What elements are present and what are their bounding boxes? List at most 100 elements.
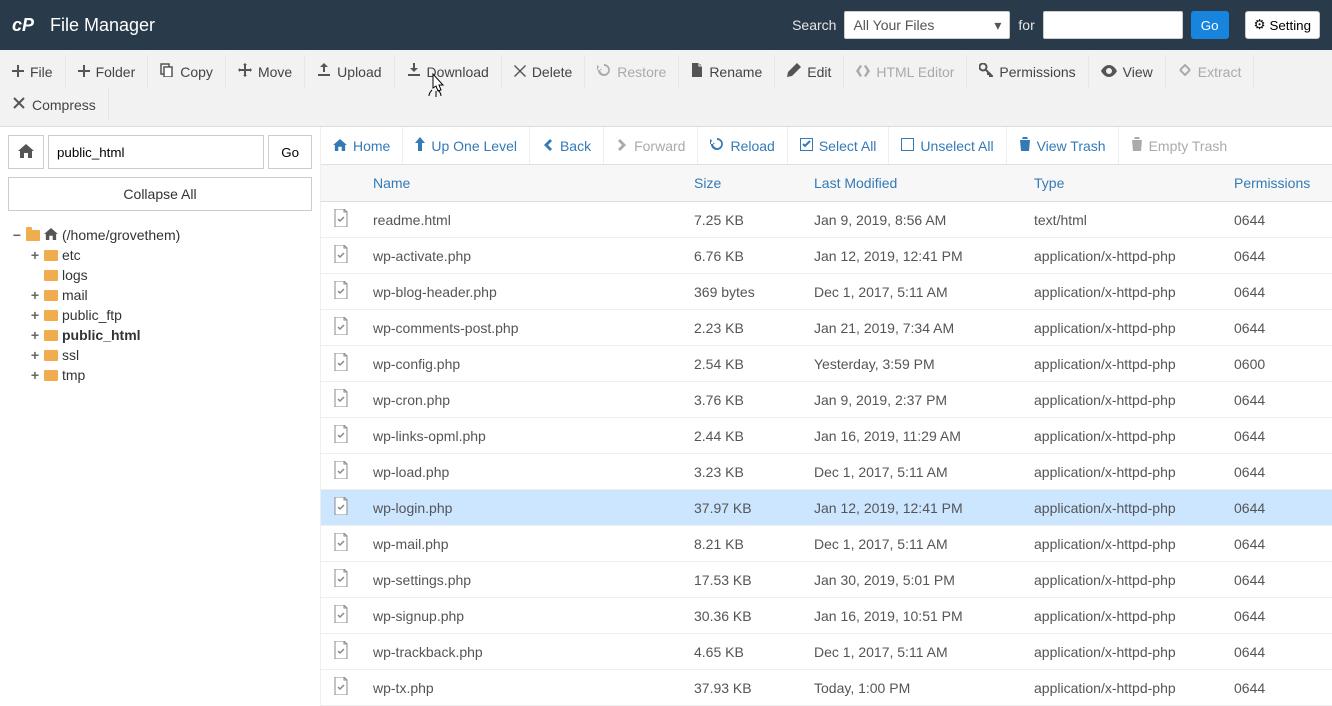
tree-node-public-ftp[interactable]: +public_ftp	[30, 305, 312, 325]
view-button[interactable]: View	[1089, 55, 1166, 88]
file-type: text/html	[1022, 202, 1222, 238]
file-type: application/x-httpd-php	[1022, 526, 1222, 562]
rename-button[interactable]: Rename	[679, 55, 775, 88]
tree-children: +etclogs+mail+public_ftp+public_html+ssl…	[30, 245, 312, 385]
tree-node-ssl[interactable]: +ssl	[30, 345, 312, 365]
file-row[interactable]: wp-activate.php 6.76 KB Jan 12, 2019, 12…	[321, 238, 1332, 274]
file-icon-cell	[321, 634, 361, 670]
edit-button[interactable]: Edit	[775, 55, 844, 88]
extract-icon	[1178, 63, 1192, 80]
pane-selectall-button[interactable]: Select All	[788, 127, 889, 164]
pt-label: Select All	[819, 138, 877, 154]
file-row[interactable]: wp-trackback.php 4.65 KB Dec 1, 2017, 5:…	[321, 634, 1332, 670]
file-name: wp-links-opml.php	[361, 418, 682, 454]
eye-icon	[1101, 64, 1117, 80]
tree-node-public-html[interactable]: +public_html	[30, 325, 312, 345]
folder-button[interactable]: Folder	[66, 55, 149, 88]
pt-label: Reload	[730, 138, 774, 154]
col-size[interactable]: Size	[682, 165, 802, 202]
folder-icon	[44, 270, 58, 281]
file-icon-cell	[321, 310, 361, 346]
file-modified: Today, 1:00 PM	[802, 670, 1022, 706]
tree-root-label: (/home/grovethem)	[62, 227, 180, 243]
pane-home-button[interactable]: Home	[321, 127, 402, 164]
plus-icon	[78, 64, 90, 80]
upload-button[interactable]: Upload	[305, 55, 394, 88]
download-icon	[407, 63, 421, 80]
pane-viewtrash-button[interactable]: View Trash	[1007, 127, 1118, 164]
move-button[interactable]: Move	[226, 55, 305, 88]
sidebar-home-button[interactable]	[8, 135, 44, 169]
file-row[interactable]: wp-load.php 3.23 KB Dec 1, 2017, 5:11 AM…	[321, 454, 1332, 490]
file-size: 17.53 KB	[682, 562, 802, 598]
pt-label: Up One Level	[431, 138, 517, 154]
pane-back-button[interactable]: Back	[530, 127, 603, 164]
pane-unselectall-button[interactable]: Unselect All	[889, 127, 1005, 164]
file-perm: 0644	[1222, 634, 1332, 670]
search-go-button[interactable]: Go	[1191, 11, 1229, 39]
file-perm: 0644	[1222, 274, 1332, 310]
compress-button[interactable]: Compress	[0, 88, 109, 121]
file-button[interactable]: File	[0, 55, 66, 88]
col-type[interactable]: Type	[1022, 165, 1222, 202]
pane-up-button[interactable]: Up One Level	[403, 127, 529, 164]
key-icon	[979, 63, 993, 80]
tree-node-etc[interactable]: +etc	[30, 245, 312, 265]
file-icon	[333, 425, 349, 446]
tb-label: Permissions	[999, 64, 1075, 80]
file-size: 37.97 KB	[682, 490, 802, 526]
permissions-button[interactable]: Permissions	[967, 55, 1088, 88]
download-button[interactable]: Download	[395, 55, 502, 88]
sidebar: Go Collapse All − (/home/grovethem) +etc…	[0, 127, 320, 706]
file-icon-cell	[321, 346, 361, 382]
file-perm: 0600	[1222, 346, 1332, 382]
main-toolbar: FileFolderCopyMoveUploadDownloadDelete Re…	[0, 50, 1332, 127]
file-row[interactable]: wp-links-opml.php 2.44 KB Jan 16, 2019, …	[321, 418, 1332, 454]
file-icon-cell	[321, 562, 361, 598]
col-permissions[interactable]: Permissions	[1222, 165, 1332, 202]
code-icon	[856, 64, 870, 80]
delete-button[interactable]: Delete	[502, 55, 585, 88]
search-input[interactable]	[1043, 11, 1183, 39]
tb-label: View	[1123, 64, 1153, 80]
file-row[interactable]: readme.html 7.25 KB Jan 9, 2019, 8:56 AM…	[321, 202, 1332, 238]
folder-icon	[44, 290, 58, 301]
file-perm: 0644	[1222, 454, 1332, 490]
folder-icon	[44, 370, 58, 381]
pane-reload-button[interactable]: Reload	[698, 127, 786, 164]
htmleditor-button: HTML Editor	[844, 55, 967, 88]
copy-button[interactable]: Copy	[148, 55, 226, 88]
col-modified[interactable]: Last Modified	[802, 165, 1022, 202]
file-perm: 0644	[1222, 562, 1332, 598]
file-size: 2.44 KB	[682, 418, 802, 454]
file-icon-cell	[321, 454, 361, 490]
search-scope-select[interactable]: All Your Files ▾	[844, 11, 1010, 39]
settings-button[interactable]: ⚙ Setting	[1245, 11, 1320, 39]
file-row[interactable]: wp-blog-header.php 369 bytes Dec 1, 2017…	[321, 274, 1332, 310]
path-input[interactable]	[48, 135, 264, 169]
file-row[interactable]: wp-cron.php 3.76 KB Jan 9, 2019, 2:37 PM…	[321, 382, 1332, 418]
col-name[interactable]: Name	[361, 165, 682, 202]
file-row[interactable]: wp-mail.php 8.21 KB Dec 1, 2017, 5:11 AM…	[321, 526, 1332, 562]
file-modified: Jan 21, 2019, 7:34 AM	[802, 310, 1022, 346]
file-row[interactable]: wp-comments-post.php 2.23 KB Jan 21, 201…	[321, 310, 1332, 346]
tree-node-tmp[interactable]: +tmp	[30, 365, 312, 385]
svg-text:cP: cP	[12, 15, 35, 35]
file-row[interactable]: wp-login.php 37.97 KB Jan 12, 2019, 12:4…	[321, 490, 1332, 526]
file-row[interactable]: wp-settings.php 17.53 KB Jan 30, 2019, 5…	[321, 562, 1332, 598]
tree-node-mail[interactable]: +mail	[30, 285, 312, 305]
home-icon	[44, 227, 58, 243]
file-row[interactable]: wp-tx.php 37.93 KB Today, 1:00 PM applic…	[321, 670, 1332, 706]
file-row[interactable]: wp-config.php 2.54 KB Yesterday, 3:59 PM…	[321, 346, 1332, 382]
tb-label: HTML Editor	[876, 64, 954, 80]
folder-icon	[44, 350, 58, 361]
extract-button: Extract	[1166, 55, 1255, 88]
tree-root[interactable]: − (/home/grovethem)	[12, 225, 312, 245]
file-icon	[333, 353, 349, 374]
file-row[interactable]: wp-signup.php 30.36 KB Jan 16, 2019, 10:…	[321, 598, 1332, 634]
tree-node-logs[interactable]: logs	[30, 265, 312, 285]
file-perm: 0644	[1222, 418, 1332, 454]
path-go-button[interactable]: Go	[268, 135, 312, 169]
collapse-all-button[interactable]: Collapse All	[8, 177, 312, 211]
file-icon-cell	[321, 670, 361, 706]
